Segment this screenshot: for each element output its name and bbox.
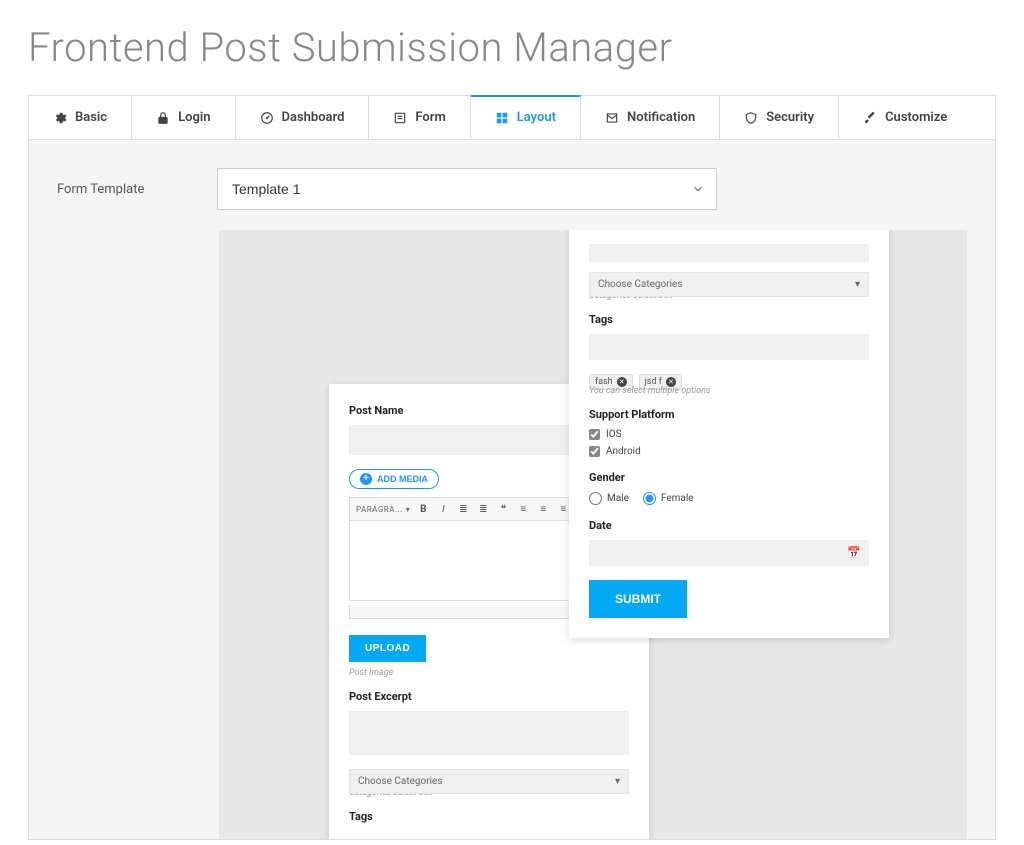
list-ul-button[interactable]: ≣ [456, 502, 470, 516]
caret-down-icon: ▾ [406, 505, 411, 514]
italic-button[interactable]: I [436, 502, 450, 516]
post-excerpt-label: Post Excerpt [349, 690, 629, 703]
tab-label: Security [766, 110, 814, 125]
caret-down-icon: ▾ [855, 279, 860, 290]
gender-radios: Male Female [589, 492, 869, 505]
gear-icon [53, 111, 67, 125]
tab-label: Layout [517, 110, 556, 125]
female-radio-label[interactable]: Female [643, 492, 694, 505]
paragraph-select[interactable]: PARAGRA... ▾ [356, 505, 410, 514]
list-ol-button[interactable]: ≣ [476, 502, 490, 516]
tab-label: Form [415, 110, 445, 125]
add-media-label: ADD MEDIA [377, 474, 428, 484]
tab-notification[interactable]: Notification [581, 96, 720, 139]
tabs-bar: Basic Login Dashboard Form Layout Notifi… [28, 95, 996, 140]
tab-label: Customize [885, 110, 947, 125]
post-excerpt-input[interactable] [349, 711, 629, 755]
quote-button[interactable]: ❝ [496, 502, 510, 516]
male-radio[interactable] [589, 492, 602, 505]
top-input[interactable] [589, 244, 869, 262]
choose-categories-select-b[interactable]: Choose Categories ▾ [589, 272, 869, 297]
android-label: Android [606, 446, 641, 457]
ios-checkbox[interactable] [589, 429, 600, 440]
tab-label: Notification [627, 110, 695, 125]
female-radio[interactable] [643, 492, 656, 505]
tags-hint: You can select multiple options [589, 386, 869, 396]
page-root: Frontend Post Submission Manager Basic L… [0, 0, 1024, 845]
content-area: Form Template Template 1 Post Name + ADD… [28, 140, 996, 840]
post-image-hint: Post Image [349, 668, 629, 678]
brush-icon [863, 111, 877, 125]
plus-icon: + [360, 473, 372, 485]
page-title: Frontend Post Submission Manager [0, 0, 1024, 95]
tab-label: Dashboard [282, 110, 345, 125]
tab-security[interactable]: Security [720, 96, 839, 139]
form-template-select[interactable]: Template 1 [217, 168, 717, 210]
tab-basic[interactable]: Basic [29, 96, 132, 139]
template-preview: Post Name + ADD MEDIA PARAGRA... ▾ B I ≣… [219, 230, 967, 839]
form-template-label: Form Template [57, 182, 177, 197]
mail-icon [605, 111, 619, 125]
gender-label: Gender [589, 471, 869, 484]
ios-label: IOS [606, 429, 622, 440]
bold-button[interactable]: B [416, 502, 430, 516]
calendar-icon: 📅 [847, 546, 861, 559]
align-center-button[interactable]: ≡ [536, 502, 550, 516]
android-checkbox-row: Android [589, 446, 869, 457]
form-icon [393, 111, 407, 125]
tab-form[interactable]: Form [369, 96, 470, 139]
tab-label: Basic [75, 110, 107, 125]
date-field-wrap: 📅 [589, 540, 869, 566]
caret-down-icon: ▾ [615, 776, 620, 787]
tab-customize[interactable]: Customize [839, 96, 971, 139]
add-media-button[interactable]: + ADD MEDIA [349, 469, 439, 489]
upload-button[interactable]: UPLOAD [349, 635, 426, 662]
lock-icon [156, 111, 170, 125]
support-platform-label: Support Platform [589, 408, 869, 421]
tags-label-a: Tags [349, 810, 629, 823]
tab-layout[interactable]: Layout [471, 95, 581, 139]
android-checkbox[interactable] [589, 446, 600, 457]
tags-label-b: Tags [589, 313, 869, 326]
shield-icon [744, 111, 758, 125]
date-input[interactable] [589, 540, 869, 566]
tab-dashboard[interactable]: Dashboard [236, 96, 370, 139]
tab-label: Login [178, 110, 210, 125]
date-label: Date [589, 519, 869, 532]
submit-button[interactable]: SUBMIT [589, 580, 687, 618]
male-radio-label[interactable]: Male [589, 492, 629, 505]
align-left-button[interactable]: ≡ [516, 502, 530, 516]
form-template-select-wrap: Template 1 [217, 168, 717, 210]
ios-checkbox-row: IOS [589, 429, 869, 440]
tab-login[interactable]: Login [132, 96, 235, 139]
dashboard-icon [260, 111, 274, 125]
tags-input[interactable] [589, 334, 869, 360]
choose-categories-select-a[interactable]: Choose Categories ▾ [349, 769, 629, 794]
layout-icon [495, 111, 509, 125]
form-template-row: Form Template Template 1 [57, 168, 967, 210]
preview-card-secondary: Choose Categories ▾ Categories select bo… [569, 230, 889, 638]
